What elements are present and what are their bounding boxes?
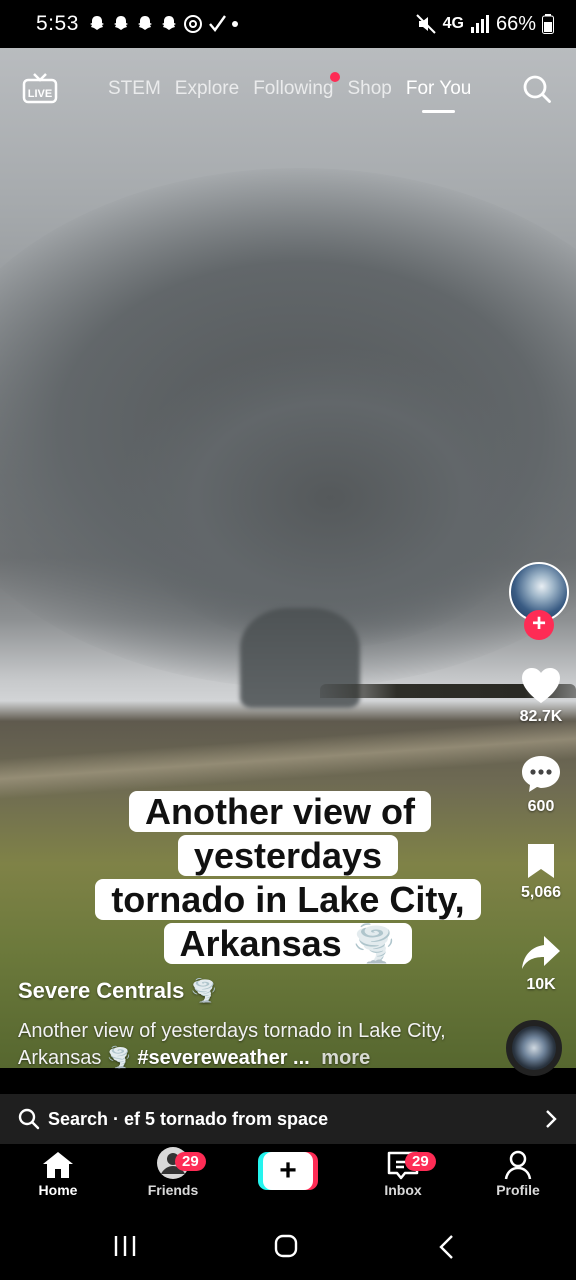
signal-icon: [470, 15, 489, 33]
like-count: 82.7K: [519, 708, 563, 725]
more-link[interactable]: more: [321, 1047, 370, 1069]
home-circle-icon[interactable]: [274, 1234, 298, 1258]
like-button[interactable]: 82.7K: [506, 666, 576, 726]
nav-inbox[interactable]: Inbox 29: [353, 1150, 453, 1198]
top-nav: LIVE STEM Explore Following Shop For You: [0, 70, 576, 120]
tab-following-label: Following: [253, 78, 334, 99]
mute-icon: [415, 14, 436, 34]
music-disc[interactable]: [506, 1020, 562, 1076]
share-count: 10K: [526, 976, 556, 993]
nav-home-label: Home: [38, 1182, 78, 1198]
tab-shop[interactable]: Shop: [347, 78, 391, 100]
search-suggestion-text: Search · ef 5 tornado from space: [48, 1108, 329, 1129]
check-icon: [208, 15, 226, 32]
cloud-shape: [120, 348, 540, 648]
network-label: 4G: [442, 15, 464, 32]
create-button[interactable]: +: [258, 1152, 318, 1190]
search-icon[interactable]: [522, 74, 552, 104]
tab-stem[interactable]: STEM: [108, 78, 161, 100]
follow-button[interactable]: +: [524, 610, 554, 640]
nav-friends[interactable]: Friends 29: [123, 1147, 223, 1198]
back-icon[interactable]: [438, 1234, 456, 1260]
live-icon[interactable]: LIVE: [22, 72, 58, 106]
snapchat-icon: [161, 16, 176, 30]
battery-icon: [542, 14, 554, 34]
tab-following[interactable]: Following: [253, 72, 341, 100]
caption-line-3: Arkansas 🌪️: [163, 923, 413, 964]
video-caption-overlay: Another view of yesterdays tornado in La…: [38, 790, 538, 966]
post-description[interactable]: Another view of yesterdays tornado in La…: [18, 1018, 458, 1072]
tab-explore[interactable]: Explore: [175, 78, 239, 100]
road: [0, 715, 576, 801]
search-suggestion-bar[interactable]: Search · ef 5 tornado from space: [0, 1094, 576, 1144]
recent-apps-icon[interactable]: [112, 1234, 138, 1258]
nav-friends-label: Friends: [147, 1182, 199, 1198]
more-notifications-dot-icon: [231, 21, 238, 27]
battery-percent: 66%: [495, 12, 536, 35]
inbox-badge: 29: [405, 1152, 436, 1171]
chevron-right-icon: [546, 1110, 557, 1128]
search-icon: [18, 1108, 40, 1130]
status-right: 4G 66%: [415, 13, 554, 36]
caption-line-2: tornado in Lake City,: [95, 879, 481, 920]
status-time: 5:53: [36, 12, 79, 35]
heart-icon: [522, 668, 560, 703]
friends-badge: 29: [175, 1152, 206, 1171]
home-icon: [43, 1152, 73, 1178]
nav-profile[interactable]: Profile: [468, 1150, 568, 1198]
tab-for-you[interactable]: For You: [406, 78, 471, 113]
profile-icon: [504, 1150, 532, 1180]
author-name[interactable]: Severe Centrals 🌪️: [18, 978, 218, 1004]
svg-text:LIVE: LIVE: [28, 88, 52, 100]
snapchat-icon: [113, 16, 128, 30]
notification-icons: [87, 14, 239, 34]
threads-icon: [183, 15, 202, 33]
bottom-nav: Home Friends 29 + Inbox 29 Profile: [0, 1144, 576, 1214]
caption-line-1: Another view of yesterdays: [128, 791, 432, 876]
system-nav-bar: [0, 1214, 576, 1280]
nav-profile-label: Profile: [496, 1182, 540, 1198]
nav-inbox-label: Inbox: [384, 1182, 422, 1198]
following-notification-dot: [330, 72, 341, 82]
feed-tabs: STEM Explore Following Shop For You: [108, 72, 471, 113]
hashtag-link[interactable]: #severeweather ...: [137, 1047, 309, 1069]
status-bar: 5:53 4G 66%: [0, 0, 576, 48]
snapchat-icon: [137, 16, 152, 30]
comment-icon: [522, 756, 560, 792]
snapchat-icon: [89, 16, 104, 30]
plus-icon: +: [263, 1152, 313, 1190]
nav-home[interactable]: Home: [8, 1150, 108, 1198]
